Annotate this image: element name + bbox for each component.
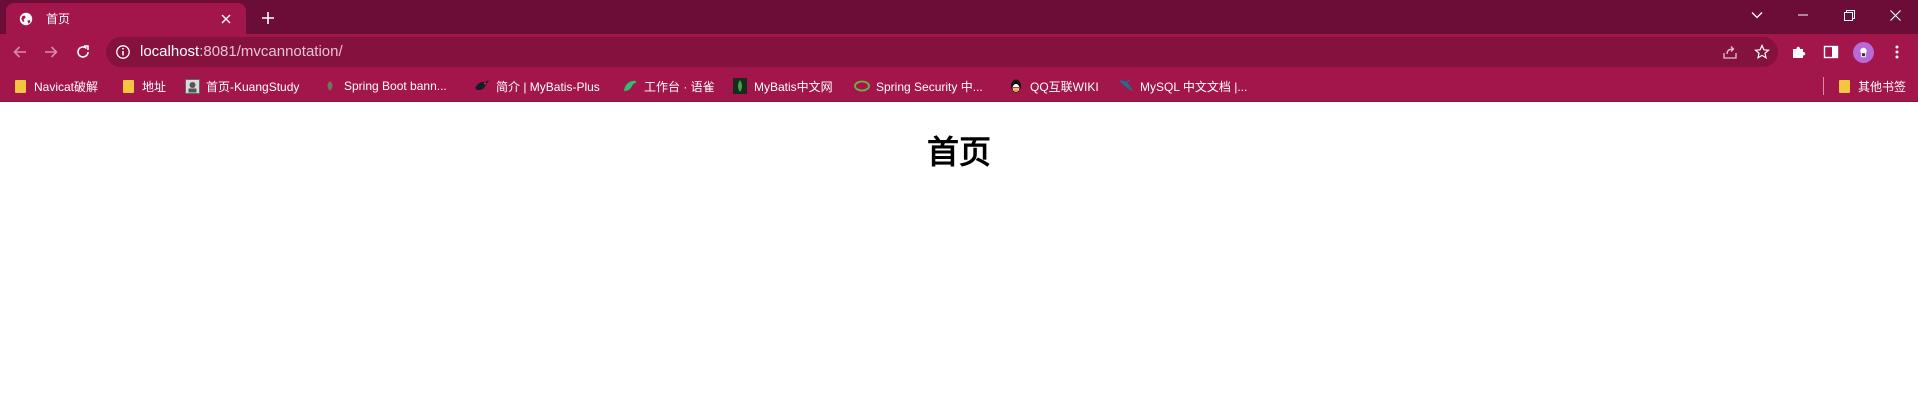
folder-icon	[120, 78, 136, 94]
reload-button[interactable]	[71, 40, 95, 64]
mybatis-plus-icon	[474, 78, 490, 94]
bookmark-mybatis-plus[interactable]: 简介 | MyBatis-Plus	[474, 76, 600, 96]
tab-title: 首页	[46, 12, 71, 26]
kuangstudy-favicon-icon	[184, 78, 200, 94]
info-icon[interactable]	[115, 44, 131, 60]
bookmark-label: MyBatis中文网	[754, 79, 833, 94]
bookmark-star-icon[interactable]	[1752, 42, 1772, 62]
profile-avatar[interactable]	[1853, 42, 1874, 63]
address-bar[interactable]: localhost:8081/mvcannotation/	[106, 37, 1778, 67]
mybatis-icon	[732, 78, 748, 94]
globe-icon	[18, 11, 34, 27]
menu-kebab-icon[interactable]	[1886, 41, 1908, 63]
bookmark-mybatis[interactable]: MyBatis中文网	[732, 76, 833, 96]
bookmark-label: 其他书签	[1858, 79, 1907, 94]
folder-icon	[12, 78, 28, 94]
restore-button[interactable]	[1826, 0, 1872, 30]
bookmark-other[interactable]: 其他书签	[1836, 76, 1906, 96]
mysql-dolphin-icon	[1118, 78, 1134, 94]
minimize-button[interactable]	[1780, 0, 1826, 30]
bookmark-label: QQ互联WIKI	[1030, 79, 1099, 94]
side-panel-icon[interactable]	[1820, 41, 1842, 63]
bookmark-spring-boot[interactable]: Spring Boot bann...	[322, 76, 447, 96]
yuque-bird-icon	[622, 78, 638, 94]
bookmark-spring-security[interactable]: Spring Security 中...	[854, 76, 983, 96]
tab-strip: 首页	[0, 0, 1918, 34]
folder-icon	[1836, 78, 1852, 94]
toolbar: localhost:8081/mvcannotation/	[0, 34, 1918, 70]
extensions-puzzle-icon[interactable]	[1788, 41, 1810, 63]
bookmark-mysql[interactable]: MySQL 中文文档 |...	[1118, 76, 1247, 96]
qq-penguin-icon	[1008, 78, 1024, 94]
spring-icon	[854, 78, 870, 94]
bookmark-label: 地址	[142, 79, 167, 94]
bookmark-label: Spring Security 中...	[876, 79, 983, 94]
close-window-button[interactable]	[1872, 0, 1918, 30]
bookmark-label: MySQL 中文文档 |...	[1140, 79, 1248, 94]
bookmark-label: Spring Boot bann...	[344, 79, 447, 93]
url-path: :8081/mvcannotation/	[199, 43, 343, 60]
forward-button[interactable]	[39, 40, 63, 64]
bookmarks-separator	[1823, 77, 1824, 95]
bookmark-address[interactable]: 地址	[120, 76, 166, 96]
tab-active[interactable]: 首页	[6, 3, 246, 34]
page-content: 首页	[0, 103, 1918, 418]
tab-search-chevron-down-icon[interactable]	[1734, 0, 1780, 30]
bookmark-label: 首页-KuangStudy	[206, 79, 300, 94]
bookmark-label: 工作台 · 语雀	[644, 79, 715, 94]
url-text[interactable]: localhost:8081/mvcannotation/	[140, 44, 343, 60]
back-button[interactable]	[8, 40, 32, 64]
leaf-icon	[322, 78, 338, 94]
bookmark-yuque[interactable]: 工作台 · 语雀	[622, 76, 715, 96]
bookmark-kuangstudy[interactable]: 首页-KuangStudy	[184, 76, 299, 96]
bookmark-qq-wiki[interactable]: QQ互联WIKI	[1008, 76, 1099, 96]
share-icon[interactable]	[1720, 42, 1740, 62]
close-icon[interactable]	[216, 9, 236, 29]
bookmarks-bar: Navicat破解 地址 首页-KuangStudy Spring Boot b…	[0, 70, 1918, 102]
bookmark-label: 简介 | MyBatis-Plus	[496, 79, 600, 94]
bookmark-label: Navicat破解	[34, 79, 99, 94]
new-tab-button[interactable]	[256, 6, 280, 30]
bookmark-navicat[interactable]: Navicat破解	[12, 76, 98, 96]
url-host: localhost	[140, 43, 200, 60]
page-heading: 首页	[926, 133, 991, 171]
